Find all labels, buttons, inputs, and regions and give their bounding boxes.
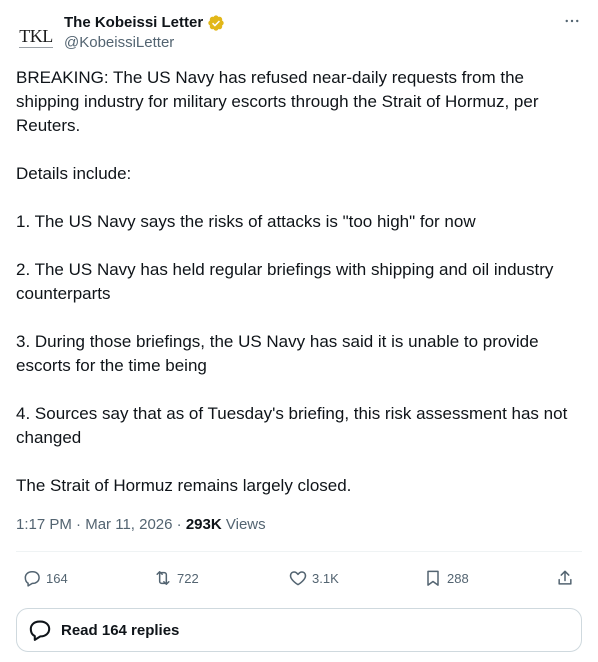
tweet-paragraph: The Strait of Hormuz remains largely clo… xyxy=(16,476,352,495)
tweet-card: TKL The Kobeissi Letter @KobeissiLetter xyxy=(0,0,598,662)
views-count: 293K xyxy=(185,516,222,533)
tweet-text: BREAKING: The US Navy has refused near-d… xyxy=(16,66,586,498)
avatar-logo-text: TKL xyxy=(19,25,53,46)
tweet-header: TKL The Kobeissi Letter @KobeissiLetter xyxy=(16,11,582,57)
author-handle[interactable]: @KobeissiLetter xyxy=(64,33,225,53)
like-button[interactable]: 3.1K xyxy=(288,563,339,593)
repost-button[interactable]: 722 xyxy=(153,563,199,593)
repost-icon xyxy=(156,571,170,585)
tweet-paragraph: 1. The US Navy says the risks of attacks… xyxy=(16,212,476,231)
tweet-paragraph: BREAKING: The US Navy has refused near-d… xyxy=(16,68,539,135)
author-display-name[interactable]: The Kobeissi Letter xyxy=(64,13,203,33)
reply-bubble-icon xyxy=(29,620,51,641)
heart-icon xyxy=(289,571,307,586)
tweet-paragraph: 2. The US Navy has held regular briefing… xyxy=(16,260,554,303)
more-options-icon[interactable] xyxy=(562,11,582,31)
tweet-time[interactable]: 1:17 PM xyxy=(16,516,72,533)
bookmark-count: 288 xyxy=(447,570,469,586)
tweet-paragraph: Details include: xyxy=(16,164,132,183)
meta-separator: · xyxy=(176,516,182,533)
avatar-logo-rule xyxy=(19,46,53,48)
tweet-meta: 1:17 PM · Mar 11, 2026 · 293K Views xyxy=(16,515,266,535)
read-replies-label: Read 164 replies xyxy=(61,621,180,639)
repost-count: 722 xyxy=(177,570,199,586)
bookmark-button[interactable]: 288 xyxy=(423,563,469,593)
bookmark-icon xyxy=(427,570,439,586)
tweet-paragraph: 4. Sources say that as of Tuesday's brie… xyxy=(16,404,568,447)
reply-button[interactable]: 164 xyxy=(22,563,68,593)
author-info: The Kobeissi Letter @KobeissiLetter xyxy=(64,13,225,53)
action-bar: 164 722 3.1K 288 xyxy=(16,563,582,593)
meta-separator: · xyxy=(76,516,82,533)
reply-icon xyxy=(24,571,40,587)
avatar[interactable]: TKL xyxy=(16,17,56,57)
author-name-row: The Kobeissi Letter xyxy=(64,13,225,33)
share-icon xyxy=(558,570,572,585)
like-count: 3.1K xyxy=(312,570,339,586)
reply-count: 164 xyxy=(46,570,68,586)
share-button[interactable] xyxy=(555,563,575,593)
read-replies-button[interactable]: Read 164 replies xyxy=(16,608,582,652)
views-label: Views xyxy=(225,516,266,533)
tweet-paragraph: 3. During those briefings, the US Navy h… xyxy=(16,332,539,375)
tweet-date[interactable]: Mar 11, 2026 xyxy=(85,516,172,533)
divider xyxy=(16,551,582,552)
verified-badge-icon xyxy=(207,14,225,32)
